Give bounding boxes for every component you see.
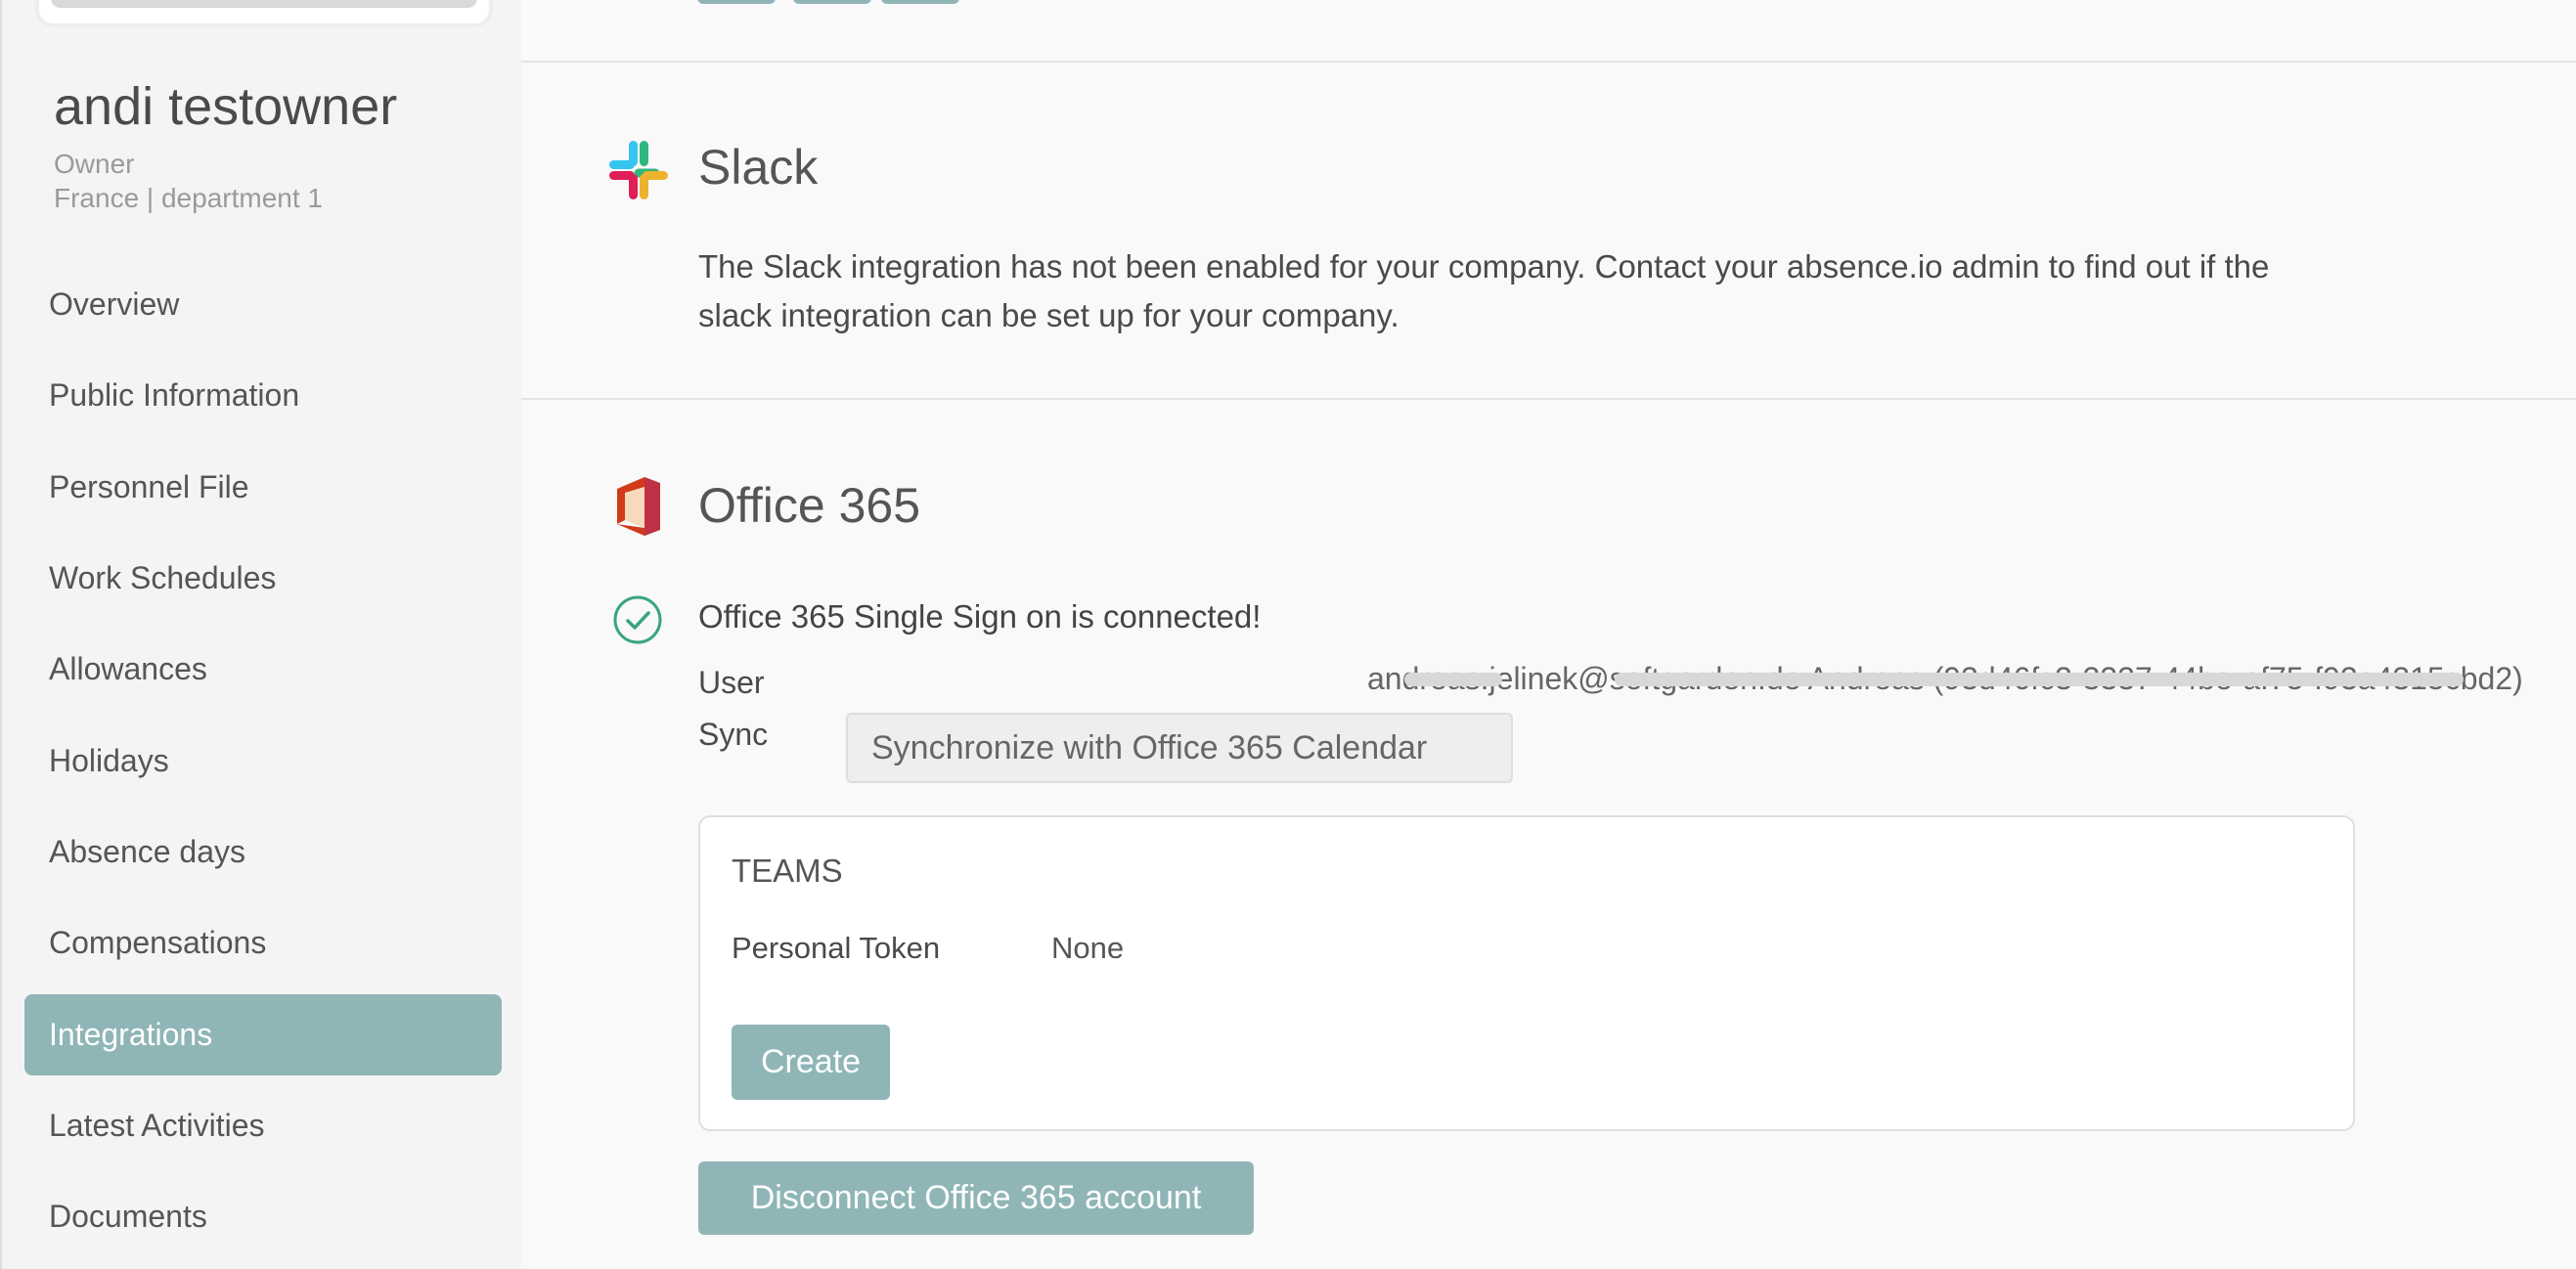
sidebar-item-label: Personnel File (49, 469, 249, 504)
sidebar-item-label: Compensations (49, 925, 267, 960)
office365-icon (617, 477, 660, 536)
redaction-bar (1615, 673, 2464, 686)
sidebar-item-absence-days[interactable]: Absence days (24, 811, 502, 893)
sync-calendar-button[interactable]: Synchronize with Office 365 Calendar (846, 713, 1513, 783)
disconnect-office365-button[interactable]: Disconnect Office 365 account (698, 1161, 1254, 1235)
profile-location: France | department 1 (54, 183, 323, 213)
profile-card-top (35, 0, 493, 27)
previous-button-edge[interactable] (793, 0, 871, 4)
personal-token-label: Personal Token (732, 931, 941, 965)
sidebar-item-compensations[interactable]: Compensations (24, 902, 502, 984)
office365-status-text: Office 365 Single Sign on is connected! (698, 598, 1262, 634)
sidebar-item-latest-activities[interactable]: Latest Activities (24, 1085, 502, 1166)
personal-token-value: None (1051, 931, 1125, 965)
user-label: User (698, 665, 765, 700)
sidebar: andi testowner Owner France | department… (0, 0, 521, 1269)
sidebar-item-documents[interactable]: Documents (24, 1176, 502, 1257)
sidebar-item-label: Overview (49, 286, 180, 322)
sidebar-item-work-schedules[interactable]: Work Schedules (24, 538, 502, 619)
sidebar-item-label: Public Information (49, 377, 300, 413)
create-token-button[interactable]: Create (732, 1025, 890, 1100)
sidebar-item-label: Documents (49, 1199, 207, 1234)
profile-role: Owner (54, 149, 135, 179)
main-content: Slack The Slack integration has not been… (521, 0, 2576, 1269)
sidebar-item-label: Absence days (49, 834, 246, 869)
slack-message-line: slack integration can be set up for your… (698, 297, 1399, 333)
office365-title: Office 365 (698, 478, 921, 533)
profile-name: andi testowner (54, 77, 398, 136)
teams-card: TEAMS Personal Token None Create (698, 815, 2355, 1131)
sidebar-item-label: Work Schedules (49, 560, 277, 595)
sidebar-item-overview[interactable]: Overview (24, 264, 502, 345)
previous-button-edge[interactable] (881, 0, 959, 4)
previous-button-edge[interactable] (697, 0, 776, 4)
sidebar-item-label: Integrations (49, 1017, 213, 1052)
sidebar-item-personnel-file[interactable]: Personnel File (24, 447, 502, 528)
sidebar-item-label: Allowances (49, 651, 207, 686)
check-circle-icon (613, 595, 662, 644)
slack-section: Slack The Slack integration has not been… (521, 65, 2576, 400)
sidebar-item-integrations[interactable]: Integrations (24, 994, 502, 1075)
slack-message-line: The Slack integration has not been enabl… (698, 248, 2270, 284)
sidebar-item-allowances[interactable]: Allowances (24, 629, 502, 710)
sidebar-item-label: Holidays (49, 743, 169, 778)
slack-icon (609, 141, 668, 199)
slack-title: Slack (698, 140, 819, 195)
redaction-bar (1404, 673, 1502, 686)
previous-section-edge (521, 0, 2576, 63)
teams-title: TEAMS (732, 853, 843, 889)
slack-message: The Slack integration has not been enabl… (698, 242, 2517, 340)
sidebar-item-label: Latest Activities (49, 1108, 265, 1143)
sync-label: Sync (698, 717, 769, 752)
sidebar-item-holidays[interactable]: Holidays (24, 721, 502, 802)
sidebar-item-public-information[interactable]: Public Information (24, 355, 502, 436)
